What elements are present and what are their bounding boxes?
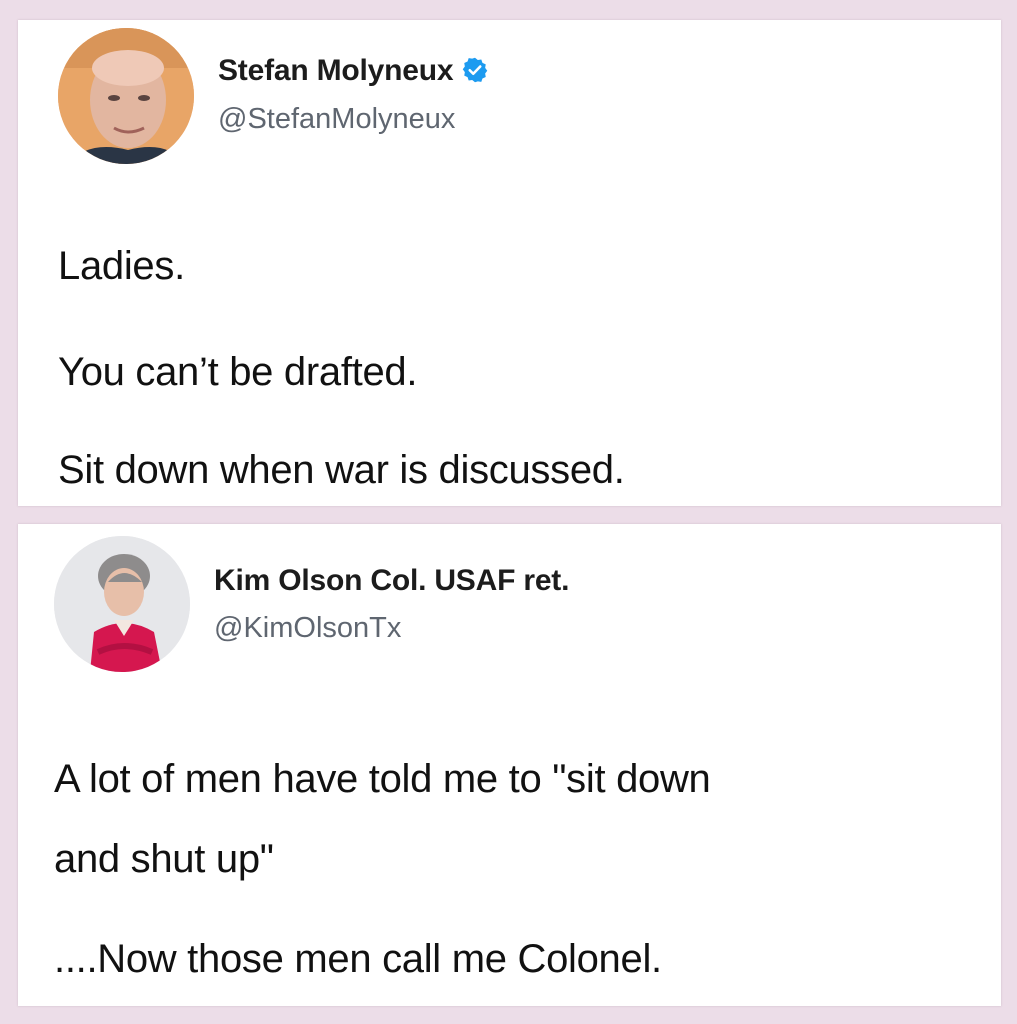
author-name[interactable]: Kim Olson Col. USAF ret. — [214, 564, 569, 598]
author-handle[interactable]: @StefanMolyneux — [218, 103, 455, 136]
tweet-text-line: Sit down when war is discussed. — [58, 448, 625, 492]
tweet-text-line: You can’t be drafted. — [58, 350, 418, 394]
avatar[interactable] — [54, 536, 190, 672]
author-name[interactable]: Stefan Molyneux — [218, 54, 489, 88]
tweet-card-2: Kim Olson Col. USAF ret. @KimOlsonTx A l… — [18, 524, 1001, 1006]
tweet-text-line: and shut up" — [54, 837, 274, 881]
author-name-text[interactable]: Stefan Molyneux — [218, 54, 454, 87]
tweet-card-1: Stefan Molyneux @StefanMolyneux Ladies. … — [18, 20, 1001, 506]
tweet-text-line: Ladies. — [58, 244, 185, 288]
avatar[interactable] — [58, 28, 194, 164]
verified-badge-icon — [463, 57, 488, 83]
author-handle[interactable]: @KimOlsonTx — [214, 612, 401, 645]
tweet-text-line: A lot of men have told me to "sit down — [54, 757, 711, 801]
tweet-text-line: ....Now those men call me Colonel. — [54, 937, 662, 981]
